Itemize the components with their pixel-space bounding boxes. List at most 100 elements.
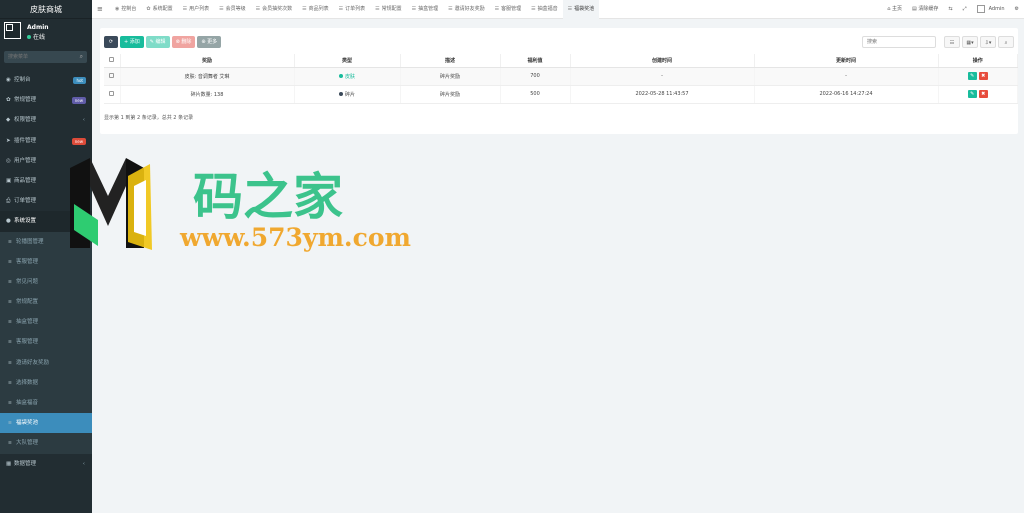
col-type[interactable]: 类型 [294, 54, 401, 68]
delete-row-button[interactable]: ✖ [978, 90, 988, 98]
tab-label: 订单列表 [345, 6, 366, 12]
more-button[interactable]: ⊕ 更多 [197, 36, 222, 48]
col-reward[interactable]: 奖励 [120, 54, 295, 68]
table-toolbar: ⟳ + 添加 ✎ 编辑 ⊗ 删除 ⊕ 更多 [104, 36, 222, 48]
submenu-item-8[interactable]: ☰ 抽盒福音 [0, 393, 92, 414]
settings-button[interactable]: ⚙ [1010, 0, 1024, 19]
tab-1[interactable]: ✿ 系统配置 [141, 0, 177, 19]
toggle-view-button[interactable]: ☷ [944, 36, 960, 48]
tab-label: 客服管理 [501, 6, 522, 12]
home-link[interactable]: ⌂ 主页 [882, 0, 907, 19]
columns-button[interactable]: ▦▾ [962, 36, 978, 48]
submenu-item-10-label: 大队管理 [16, 440, 39, 447]
row-checkbox[interactable] [109, 72, 115, 78]
submenu-item-3[interactable]: ☰ 常规配置 [0, 292, 92, 313]
search-icon: ⌕ [1004, 40, 1008, 46]
translate-button[interactable]: ⇆ [943, 0, 957, 19]
cell-type: 碎片 [294, 85, 401, 104]
tab-label: 抽盒管理 [418, 6, 439, 12]
submenu-item-1-label: 客服管理 [16, 258, 39, 265]
submenu-item-2[interactable]: ☰ 常见问题 [0, 271, 92, 293]
menu-toggle-icon[interactable]: ≡ [97, 5, 103, 13]
sidebar-item-addon-icon: ➤ [6, 137, 11, 144]
submenu-item-7-label: 选择数据 [16, 379, 39, 386]
col-actions: 操作 [938, 54, 1018, 68]
home-label: 主页 [892, 6, 903, 12]
brand-logo[interactable]: 皮肤商城 [0, 0, 92, 19]
submenu-item-10[interactable]: ☰ 大队管理 [0, 433, 92, 454]
col-updated[interactable]: 更新时间 [754, 54, 939, 68]
edit-button[interactable]: ✎ 编辑 [145, 36, 170, 48]
submenu-item-0-label: 轮播图管理 [16, 238, 44, 245]
table-row[interactable]: 皮肤: 音调舞者 艾琳 皮肤 碎片奖励 700- - ✎ ✖ [104, 67, 1018, 86]
search-input[interactable] [4, 51, 74, 63]
sidebar-item-dashboard-label: 控制台 [14, 77, 31, 83]
edit-row-button[interactable]: ✎ [967, 72, 977, 80]
submenu-item-4[interactable]: ☰ 抽盒管理 [0, 312, 92, 333]
tab-7[interactable]: ☰ 常规配置 [370, 0, 407, 19]
export-button[interactable]: ⇩▾ [980, 36, 996, 48]
sidebar-item-general-label: 常规管理 [14, 97, 37, 104]
tab-6[interactable]: ☰ 订单列表 [334, 0, 371, 19]
select-all-checkbox[interactable] [109, 56, 115, 62]
col-created[interactable]: 创建时间 [570, 54, 755, 68]
submenu-item-7[interactable]: ☰ 选择数据 [0, 372, 92, 393]
sidebar-item-general[interactable]: ✿ 常规管理 new [0, 90, 92, 110]
sidebar-item-member-icon: ◎ [6, 157, 11, 164]
avatar [4, 22, 21, 39]
sidebar-item-dashboard-icon: ◉ [6, 77, 11, 83]
tab-0[interactable]: ◉ 控制台 [110, 0, 141, 19]
submenu-item-9[interactable]: ☰ 福袋奖池 [0, 413, 92, 434]
edit-row-button[interactable]: ✎ [967, 90, 977, 98]
table-row[interactable]: 碎片数量: 138 碎片 碎片奖励 500 2022-05-28 11:43:57 202… [104, 85, 1018, 104]
col-value[interactable]: 福利值 [500, 54, 571, 68]
submenu-item-8-label: 抽盒福音 [16, 400, 39, 406]
tab-icon: ☰ [255, 6, 261, 12]
delete-button[interactable]: ⊗ 删除 [171, 36, 196, 48]
submenu-item-5-label: 客服管理 [16, 339, 39, 346]
search-icon[interactable]: ⌕ [80, 53, 83, 61]
tab-5[interactable]: ☰ 商品列表 [297, 0, 334, 19]
fullscreen-button[interactable]: ⤢ [958, 0, 972, 19]
admin-avatar [976, 4, 985, 13]
clear-cache-label: 清除缓存 [918, 6, 939, 12]
table-search-input[interactable] [862, 36, 936, 48]
submenu-item-4-label: 抽盒管理 [16, 319, 39, 326]
tab-3[interactable]: ☰ 会员等级 [214, 0, 251, 19]
tab-9[interactable]: ☰ 邀请好友奖励 [443, 0, 490, 19]
tab-label: 福袋奖池 [574, 6, 595, 12]
add-button[interactable]: + 添加 [120, 36, 144, 48]
select-all-cell [104, 54, 121, 68]
submenu-item-5-icon: ☰ [8, 339, 12, 345]
tab-icon: ☰ [182, 6, 188, 12]
tab-8[interactable]: ☰ 抽盒管理 [407, 0, 444, 19]
submenu-item-10-icon: ☰ [8, 440, 12, 446]
sidebar-item-goods-label: 商品管理 [14, 177, 37, 184]
sidebar-item-data-label: 数据管理 [14, 460, 37, 467]
user-panel: Admin 在线 [0, 19, 92, 46]
tab-2[interactable]: ☰ 用户列表 [178, 0, 215, 19]
col-desc[interactable]: 描述 [400, 54, 501, 68]
row-checkbox[interactable] [109, 90, 115, 96]
tab-12[interactable]: ☰ 福袋奖池 [562, 0, 600, 19]
tab-10[interactable]: ☰ 客服管理 [490, 0, 527, 19]
cell-type: 皮肤 [294, 67, 401, 86]
submenu-item-6[interactable]: ☰ 邀请好友奖励 [0, 352, 92, 373]
tab-4[interactable]: ☰ 会员抽奖次数 [251, 0, 298, 19]
admin-menu[interactable]: Admin [972, 0, 1010, 19]
tab-icon: ☰ [411, 6, 417, 12]
clear-cache-button[interactable]: ▤ 清除缓存 [907, 0, 943, 19]
tab-icon: ☰ [494, 6, 500, 12]
admin-name: Admin [988, 6, 1005, 12]
user-status: 在线 [27, 32, 45, 41]
search-toggle-button[interactable]: ⌕ [998, 36, 1014, 48]
sidebar-item-data[interactable]: ▦ 数据管理 ‹ [0, 454, 92, 474]
type-dot-icon [338, 92, 343, 96]
submenu-item-5[interactable]: ☰ 客服管理 [0, 332, 92, 353]
sidebar-item-auth[interactable]: ◆ 权限管理 ‹ [0, 110, 92, 130]
refresh-button[interactable]: ⟳ [104, 36, 118, 48]
sidebar-item-addon[interactable]: ➤ 插件管理 new [0, 131, 92, 151]
delete-row-button[interactable]: ✖ [978, 72, 988, 80]
sidebar-item-dashboard[interactable]: ◉ 控制台 hot [0, 70, 92, 90]
tab-11[interactable]: ☰ 抽盒福音 [526, 0, 563, 19]
